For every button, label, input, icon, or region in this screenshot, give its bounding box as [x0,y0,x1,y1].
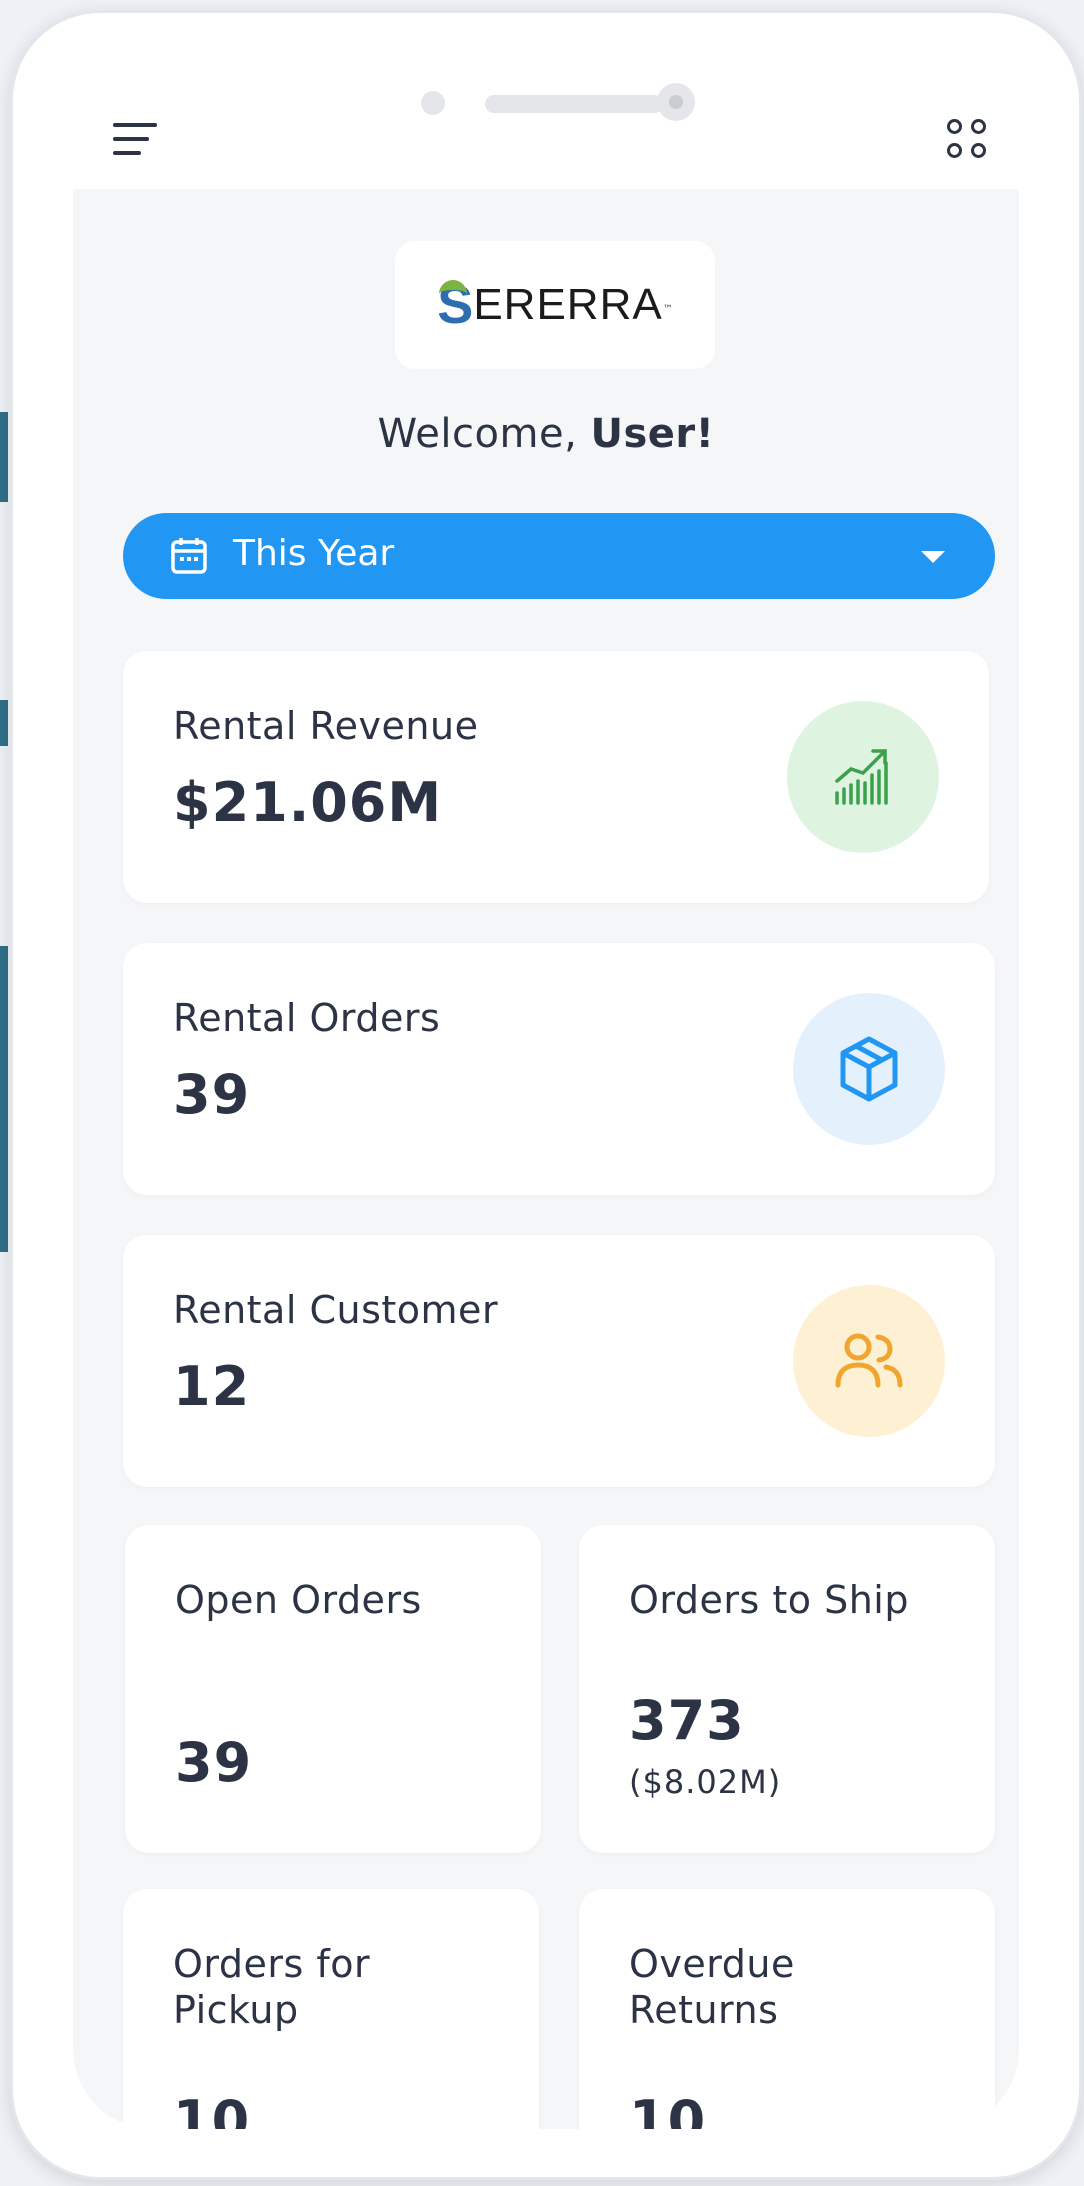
phone-sensor [421,91,445,115]
background-strip [0,700,8,746]
welcome-message: Welcome, User! [73,411,1019,457]
calendar-icon [171,538,207,574]
tile-label-line1: Orders for [173,1942,371,1986]
tile-label-line1: Overdue [629,1942,795,1986]
stat-card-rental-revenue[interactable]: Rental Revenue $21.06M [123,651,989,903]
tile-orders-for-pickup[interactable]: Orders for Pickup 10 [123,1889,539,2129]
background-strip [0,946,8,1252]
company-logo: S ERERRA ™ [395,241,715,369]
welcome-prefix: Welcome, [377,411,591,457]
tile-overdue-returns[interactable]: Overdue Returns 10 [579,1889,995,2129]
tile-open-orders[interactable]: Open Orders 39 [125,1525,541,1853]
logo-mark: S [437,275,474,335]
tile-value: 10 [173,2089,251,2129]
background-strip [0,412,8,502]
apps-grid-icon[interactable] [947,119,989,161]
stat-value: 39 [173,1063,251,1126]
phone-camera [657,83,695,121]
stat-card-rental-orders[interactable]: Rental Orders 39 [123,943,995,1195]
tile-label: Open Orders [175,1578,422,1622]
chevron-down-icon [921,551,945,563]
stat-label: Rental Orders [173,996,441,1040]
tile-orders-to-ship[interactable]: Orders to Ship 373 ($8.02M) [579,1525,995,1853]
stat-value: 12 [173,1355,251,1418]
tile-value: 10 [629,2089,707,2129]
period-label: This Year [233,533,395,574]
app-screen: S ERERRA ™ Welcome, User! This Year Rent… [73,189,1019,2129]
tile-label: Orders to Ship [629,1578,909,1622]
stat-value: $21.06M [173,771,443,834]
tile-subvalue: ($8.02M) [629,1763,782,1801]
phone-speaker [485,95,663,113]
stat-label: Rental Revenue [173,704,479,748]
stat-label: Rental Customer [173,1288,499,1332]
box-icon [793,993,945,1145]
users-icon [793,1285,945,1437]
hamburger-menu-icon[interactable] [113,123,157,157]
welcome-user: User! [590,411,715,457]
stat-card-rental-customer[interactable]: Rental Customer 12 [123,1235,995,1487]
tile-label-line2: Returns [629,1988,779,2032]
logo-text: ERERRA [473,280,663,329]
phone-frame: S ERERRA ™ Welcome, User! This Year Rent… [10,10,1082,2180]
tile-label-line2: Pickup [173,1988,299,2032]
tile-value: 39 [175,1731,253,1794]
logo-trademark: ™ [662,303,673,315]
chart-up-icon [787,701,939,853]
period-dropdown[interactable]: This Year [123,513,995,599]
tile-value: 373 [629,1689,745,1752]
